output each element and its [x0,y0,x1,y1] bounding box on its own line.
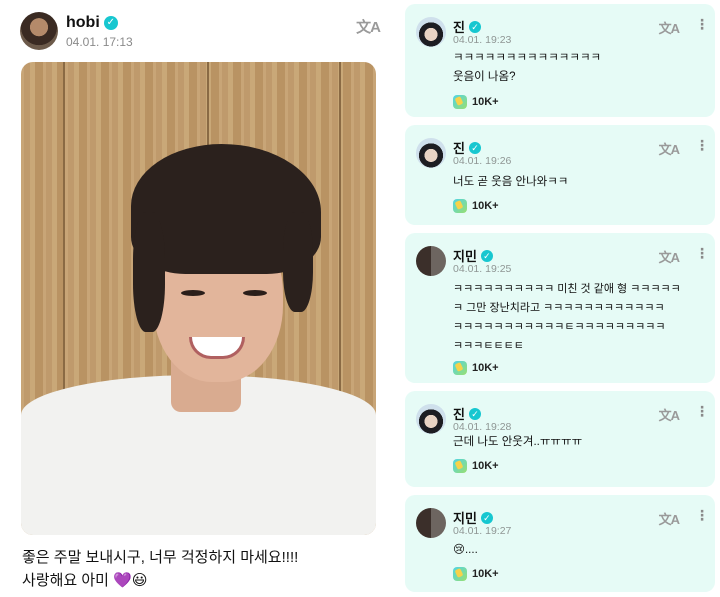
author-name[interactable]: hobi ✓ [66,14,118,32]
like-count[interactable]: 10K+ [453,95,499,109]
verified-badge-icon: ✓ [468,407,481,420]
comment-card[interactable]: 진 ✓ 04.01. 19:23 文A ⋮ ㅋㅋㅋㅋㅋㅋㅋㅋㅋㅋㅋㅋㅋㅋ 웃음이 … [405,4,715,117]
caption-line-1: 좋은 주말 보내시구, 너무 걱정하지 마세요!!!! [22,549,299,566]
comment-text: 근데 나도 안웃겨..ㅠㅠㅠㅠ [453,436,583,448]
commenter-avatar[interactable] [416,17,446,47]
post-header: hobi ✓ 04.01. 17:13 文A [20,12,381,52]
post-timestamp: 04.01. 17:13 [66,35,133,49]
purple-heart-icon: 💜 [113,572,132,589]
more-options-icon[interactable]: ⋮ [695,246,709,260]
like-count[interactable]: 10K+ [453,361,499,375]
caption-line-2: 사랑해요 아미 💜😃 [22,569,382,592]
comment-card[interactable]: 지민 ✓ 04.01. 19:27 文A ⋮ 😢.... 10K+ [405,495,715,592]
comment-card[interactable]: 진 ✓ 04.01. 19:28 文A ⋮ 근데 나도 안웃겨..ㅠㅠㅠㅠ 10K… [405,391,715,487]
comment-text: ㅋㅋㅋㅋㅋㅋㅋㅋㅋㅋ 미친 것 같애 형 ㅋㅋㅋㅋㅋ ㅋ 그만 장난치라고 ㅋㅋ… [453,283,681,352]
verified-badge-icon: ✓ [468,141,481,154]
translate-icon[interactable]: 文A [356,16,381,37]
like-count-text: 10K+ [472,200,499,212]
author-name-text: hobi [66,14,100,31]
comment-timestamp: 04.01. 19:23 [453,34,512,46]
like-count[interactable]: 10K+ [453,567,499,581]
comment-text: 너도 곧 웃음 안나와ㅋㅋ [453,176,569,188]
commenter-avatar[interactable] [416,508,446,538]
lightstick-icon [453,361,467,375]
verified-badge-icon: ✓ [468,20,481,33]
comment-timestamp: 04.01. 19:26 [453,155,512,167]
translate-icon[interactable]: 文A [659,509,680,528]
more-options-icon[interactable]: ⋮ [695,508,709,522]
like-count-text: 10K+ [472,362,499,374]
translate-icon[interactable]: 文A [659,247,680,266]
lightstick-icon [453,459,467,473]
commenter-avatar[interactable] [416,246,446,276]
commenter-avatar[interactable] [416,404,446,434]
lightstick-icon [453,199,467,213]
like-count-text: 10K+ [472,460,499,472]
verified-badge-icon: ✓ [480,249,493,262]
more-options-icon[interactable]: ⋮ [695,404,709,418]
author-avatar[interactable] [20,12,58,50]
comments-panel: 진 ✓ 04.01. 19:23 文A ⋮ ㅋㅋㅋㅋㅋㅋㅋㅋㅋㅋㅋㅋㅋㅋ 웃음이 … [402,0,720,597]
comment-timestamp: 04.01. 19:25 [453,263,512,275]
translate-icon[interactable]: 文A [659,405,680,424]
more-options-icon[interactable]: ⋮ [695,138,709,152]
comment-card[interactable]: 지민 ✓ 04.01. 19:25 文A ⋮ ㅋㅋㅋㅋㅋㅋㅋㅋㅋㅋ 미친 것 같애… [405,233,715,383]
like-count[interactable]: 10K+ [453,199,499,213]
like-count-text: 10K+ [472,96,499,108]
caption-line-2-text: 사랑해요 아미 [22,572,109,589]
verified-badge-icon: ✓ [480,511,493,524]
lightstick-icon [453,567,467,581]
verified-badge-icon: ✓ [103,16,118,30]
comment-timestamp: 04.01. 19:27 [453,525,512,537]
comment-text: ㅋㅋㅋㅋㅋㅋㅋㅋㅋㅋㅋㅋㅋㅋ 웃음이 나옴? [453,52,602,83]
post-photo[interactable] [21,62,376,535]
comment-text: 😢.... [453,544,478,556]
post-panel: hobi ✓ 04.01. 17:13 文A 좋은 주말 보내시구, 너무 걱정… [0,0,398,597]
lightstick-icon [453,95,467,109]
translate-icon[interactable]: 文A [659,139,680,158]
comment-card[interactable]: 진 ✓ 04.01. 19:26 文A ⋮ 너도 곧 웃음 안나와ㅋㅋ 10K+ [405,125,715,225]
comment-timestamp: 04.01. 19:28 [453,421,512,433]
post-caption: 좋은 주말 보내시구, 너무 걱정하지 마세요!!!! 사랑해요 아미 💜😃 [22,546,382,592]
translate-icon[interactable]: 文A [659,18,680,37]
more-options-icon[interactable]: ⋮ [695,17,709,31]
smile-emoji-icon: 😃 [131,572,148,589]
like-count[interactable]: 10K+ [453,459,499,473]
like-count-text: 10K+ [472,568,499,580]
commenter-avatar[interactable] [416,138,446,168]
